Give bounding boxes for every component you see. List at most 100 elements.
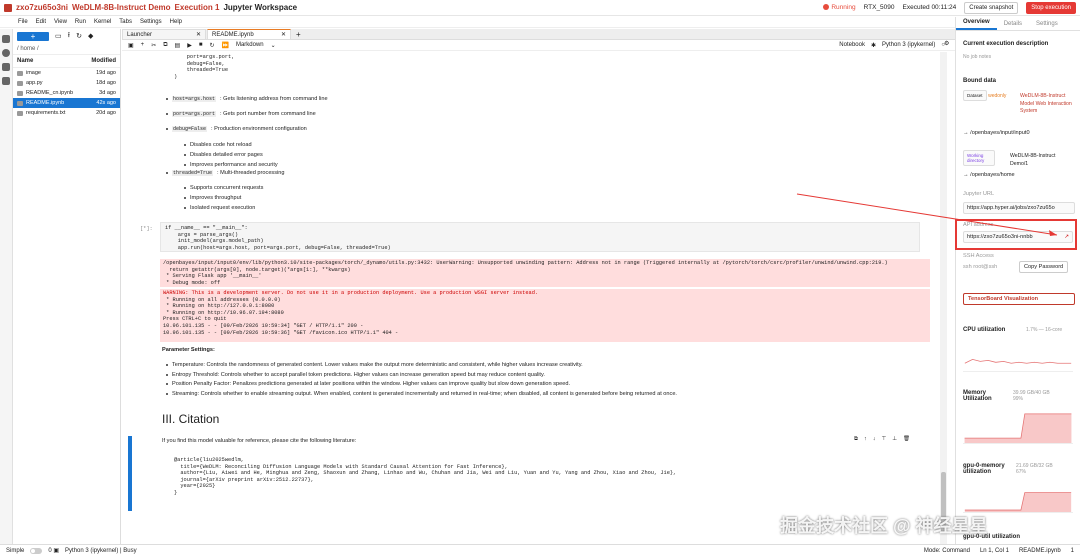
- scrollbar[interactable]: [940, 52, 947, 544]
- close-icon[interactable]: ✕: [281, 31, 286, 38]
- run-all-icon[interactable]: ⏩: [221, 42, 228, 49]
- close-icon[interactable]: ✕: [196, 31, 201, 38]
- kernel-name[interactable]: Python 3 (ipykernel): [882, 42, 935, 48]
- cell-type-select[interactable]: Markdown: [236, 42, 264, 48]
- notebook-label[interactable]: Notebook: [839, 42, 865, 48]
- list-text: Disables code hot reload: [190, 142, 252, 148]
- delete-icon[interactable]: 🗑: [903, 436, 910, 443]
- cut-icon[interactable]: ✂: [151, 42, 156, 49]
- menu-item[interactable]: View: [54, 19, 67, 25]
- duplicate-icon[interactable]: ⧉: [854, 436, 858, 443]
- menu-item[interactable]: Kernel: [94, 19, 111, 25]
- sub-bullet-icon: [184, 144, 186, 146]
- git-icon[interactable]: ◆: [88, 32, 93, 40]
- status-bar: Simple 0 ▣ Python 3 (ipykernel) | Busy M…: [0, 544, 1080, 556]
- list-item: threaded=True: Multi-threaded processing: [166, 170, 285, 176]
- workdir-card[interactable]: Working directory WeDLM-8B-Instruct Demo…: [963, 150, 1075, 167]
- insert-cell-icon[interactable]: +: [141, 42, 145, 48]
- add-above-icon[interactable]: ⊤: [881, 436, 886, 443]
- refresh-icon[interactable]: ↻: [76, 32, 82, 40]
- tensorboard-button[interactable]: TensorBoard Visualization: [963, 293, 1075, 305]
- inline-code: port=args.port: [172, 111, 217, 117]
- file-name: README.ipynb: [17, 100, 64, 106]
- add-below-icon[interactable]: ⊥: [892, 436, 897, 443]
- file-label: requirements.txt: [26, 110, 66, 116]
- menu-item[interactable]: File: [18, 19, 28, 25]
- list-text: : Multi-threaded processing: [217, 170, 285, 176]
- col-modified[interactable]: Modified: [91, 58, 116, 64]
- paste-icon[interactable]: ▤: [175, 42, 181, 49]
- execution-name[interactable]: Execution 1: [175, 3, 220, 12]
- settings-gear-icon[interactable]: ⚙: [944, 40, 949, 47]
- workdir-path: → /openbayes/home: [963, 172, 1015, 178]
- file-label: README_cn.ipynb: [26, 90, 74, 96]
- user-name[interactable]: zxo7zu65o3ni: [16, 3, 68, 12]
- upload-icon[interactable]: ⭱: [68, 31, 70, 42]
- annotation-arrow: [796, 193, 1058, 236]
- active-cell-marker: [128, 436, 132, 511]
- ssh-command[interactable]: ssh root@ssh: [963, 264, 997, 270]
- tab-overview[interactable]: Overview: [956, 16, 997, 30]
- tab-launcher[interactable]: Launcher ✕: [122, 29, 206, 39]
- stop-icon[interactable]: ■: [199, 42, 203, 48]
- inline-code: debug=False: [172, 126, 208, 132]
- menu-item[interactable]: Settings: [140, 19, 162, 25]
- file-row[interactable]: README_cn.ipynb 3d ago: [13, 88, 120, 98]
- gpu-label: RTX_5090: [863, 4, 895, 11]
- breadcrumb[interactable]: / home /: [13, 43, 120, 55]
- bullet-icon: [166, 172, 168, 174]
- mem-chart: [963, 413, 1073, 444]
- file-name: image: [17, 70, 41, 76]
- kernel-status[interactable]: Python 3 (ipykernel) | Busy: [65, 548, 137, 554]
- tab-details[interactable]: Details: [997, 18, 1029, 30]
- file-name: app.py: [17, 80, 43, 86]
- move-up-icon[interactable]: ↑: [864, 436, 867, 443]
- stop-execution-button[interactable]: Stop execution: [1026, 1, 1076, 14]
- run-icon[interactable]: ▶: [187, 42, 192, 49]
- tab-settings[interactable]: Settings: [1029, 18, 1065, 30]
- inline-code: threaded=True: [172, 170, 214, 176]
- file-row[interactable]: README.ipynb 42s ago: [13, 98, 120, 108]
- list-text: Supports concurrent requests: [190, 185, 264, 191]
- dataset-card[interactable]: Dataset wedonly WeDLM-8B-Instruct Model …: [963, 90, 1075, 114]
- project-name[interactable]: WeDLM-8B-Instruct Demo: [72, 3, 171, 12]
- col-name[interactable]: Name: [17, 58, 33, 64]
- simple-mode-toggle[interactable]: [30, 547, 43, 554]
- simple-mode-label: Simple: [6, 547, 25, 554]
- bullet-icon: [166, 128, 168, 130]
- save-icon[interactable]: ▣: [128, 42, 134, 49]
- menu-item[interactable]: Edit: [36, 19, 46, 25]
- toc-icon[interactable]: [2, 63, 10, 71]
- copy-icon[interactable]: ⧉: [163, 42, 167, 49]
- file-row[interactable]: image 19d ago: [13, 68, 120, 78]
- copy-password-button[interactable]: Copy Password: [1019, 261, 1069, 273]
- running-icon[interactable]: [2, 49, 10, 57]
- code-fragment: port=args.port, debug=False, threaded=Tr…: [174, 54, 235, 80]
- folder-icon[interactable]: [2, 35, 10, 43]
- new-launcher-button[interactable]: +: [17, 31, 49, 41]
- sub-bullet-icon: [184, 197, 186, 199]
- section-heading: III. Citation: [162, 412, 220, 426]
- file-row[interactable]: app.py 18d ago: [13, 78, 120, 88]
- bullet-icon: [166, 98, 168, 100]
- notification-count[interactable]: 1: [1071, 548, 1074, 554]
- menu-item[interactable]: Tabs: [119, 19, 132, 25]
- restart-icon[interactable]: ↻: [209, 42, 214, 49]
- dataset-name[interactable]: WeDLM-8B-Instruct Model Web Interaction …: [1020, 93, 1075, 116]
- create-snapshot-button[interactable]: Create snapshot: [964, 1, 1019, 14]
- tab-readme[interactable]: README.ipynb ✕: [207, 29, 291, 39]
- menu-item[interactable]: Run: [75, 19, 86, 25]
- extension-icon[interactable]: [2, 77, 10, 85]
- list-item: Improves performance and security: [184, 162, 278, 168]
- status-badge: Running: [823, 4, 856, 11]
- move-down-icon[interactable]: ↓: [873, 436, 876, 443]
- add-tab-icon[interactable]: +: [292, 30, 305, 39]
- chevron-down-icon[interactable]: ⌄: [271, 42, 276, 49]
- cpu-title: CPU utilization: [963, 327, 1006, 333]
- mem-title: Memory Utilization: [963, 390, 992, 402]
- new-folder-icon[interactable]: ▭: [55, 32, 62, 40]
- bug-icon[interactable]: ✱: [871, 42, 876, 49]
- file-row[interactable]: requirements.txt 20d ago: [13, 108, 120, 118]
- cursor-position[interactable]: Ln 1, Col 1: [980, 548, 1009, 554]
- menu-item[interactable]: Help: [170, 19, 182, 25]
